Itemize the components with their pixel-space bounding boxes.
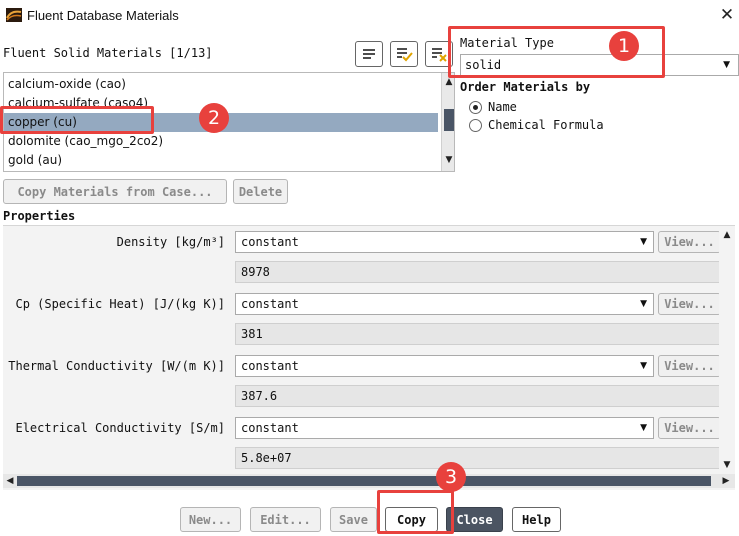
thermal-conductivity-view-button[interactable]: View... [658,355,721,377]
specific-heat-view-button[interactable]: View... [658,293,721,315]
window-title: Fluent Database Materials [27,8,179,23]
materials-list[interactable]: calcium-oxide (cao) calcium-sulfate (cas… [3,72,455,172]
list-item-calcium-sulfate[interactable]: calcium-sulfate (caso4) [4,94,438,113]
scroll-down-icon[interactable]: ▼ [442,153,454,167]
properties-label: Properties [3,209,76,223]
chevron-down-icon: ▼ [640,237,647,247]
density-method-select[interactable]: constant ▼ [235,231,654,253]
radio-unselected-icon[interactable] [469,118,482,132]
help-button[interactable]: Help [512,507,561,532]
thermal-conductivity-method-value: constant [241,359,299,373]
scroll-left-icon[interactable]: ◀ [3,474,17,488]
specific-heat-method-value: constant [241,297,299,311]
radio-selected-icon[interactable] [469,100,482,114]
list-icon[interactable] [355,41,383,67]
density-view-button[interactable]: View... [658,231,721,253]
thermal-conductivity-method-select[interactable]: constant ▼ [235,355,654,377]
material-type-select[interactable]: solid ▼ [460,54,739,76]
list-item-gold[interactable]: gold (au) [4,151,438,170]
scroll-right-icon[interactable]: ▶ [719,474,733,488]
properties-vertical-scrollbar[interactable]: ▲ ▼ [719,226,735,474]
list-clear-icon[interactable] [425,41,453,67]
radio-order-formula[interactable]: Chemical Formula [469,117,604,133]
density-label: Density [kg/m³] [116,235,225,249]
electrical-conductivity-value: 5.8e+07 [235,447,722,469]
specific-heat-method-select[interactable]: constant ▼ [235,293,654,315]
radio-order-name[interactable]: Name [469,99,517,115]
close-button[interactable]: Close [446,507,503,532]
radio-label-name: Name [488,100,517,114]
electrical-conductivity-label: Electrical Conductivity [S/m] [15,421,225,435]
order-by-label: Order Materials by [460,80,591,94]
edit-button[interactable]: Edit... [250,507,321,532]
density-method-value: constant [241,235,299,249]
electrical-conductivity-method-select[interactable]: constant ▼ [235,417,654,439]
scroll-up-icon[interactable]: ▲ [442,75,454,89]
density-value: 8978 [235,261,722,283]
delete-button[interactable]: Delete [233,179,288,204]
list-item-copper[interactable]: copper (cu) [4,113,438,132]
chevron-down-icon: ▼ [640,361,647,371]
scrollbar-thumb[interactable] [17,476,711,486]
specific-heat-value: 381 [235,323,722,345]
thermal-conductivity-label: Thermal Conductivity [W/(m K)] [8,359,225,373]
copy-materials-from-case-button[interactable]: Copy Materials from Case... [3,179,227,204]
materials-list-scrollbar[interactable]: ▲ ▼ [441,73,454,171]
fluent-app-icon [6,8,22,22]
list-check-icon[interactable] [390,41,418,67]
electrical-conductivity-method-value: constant [241,421,299,435]
thermal-conductivity-value: 387.6 [235,385,722,407]
properties-panel: Density [kg/m³] constant ▼ View... 8978 … [3,225,735,490]
chevron-down-icon: ▼ [723,60,730,70]
specific-heat-label: Cp (Specific Heat) [J/(kg K)] [15,297,225,311]
electrical-conductivity-view-button[interactable]: View... [658,417,721,439]
chevron-down-icon: ▼ [640,423,647,433]
properties-horizontal-scrollbar[interactable]: ◀ ▶ [3,474,735,488]
list-item-calcium-oxide[interactable]: calcium-oxide (cao) [4,75,438,94]
materials-list-label: Fluent Solid Materials [1/13] [3,46,213,60]
scrollbar-thumb[interactable] [444,109,454,131]
radio-label-formula: Chemical Formula [488,118,604,132]
material-type-value: solid [465,58,502,72]
scroll-down-icon[interactable]: ▼ [720,458,734,472]
scroll-up-icon[interactable]: ▲ [720,228,734,242]
list-item-dolomite[interactable]: dolomite (cao_mgo_2co2) [4,132,438,151]
new-button[interactable]: New... [180,507,241,532]
material-type-label: Material Type [460,36,554,50]
window-close-icon[interactable]: ✕ [716,4,738,26]
chevron-down-icon: ▼ [640,299,647,309]
save-button[interactable]: Save [330,507,377,532]
copy-button[interactable]: Copy [385,507,438,532]
